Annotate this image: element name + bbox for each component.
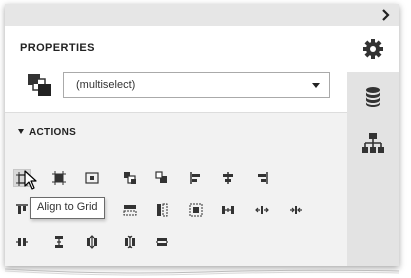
send-to-back-icon (155, 171, 167, 183)
panel-top-strip (5, 4, 399, 26)
panel-sidebar (347, 26, 399, 266)
actions-section: ACTIONS (5, 112, 347, 266)
same-size-icon (189, 203, 203, 217)
properties-panel: PROPERTIES (multiselect) ACTIONS (5, 4, 399, 266)
properties-main: PROPERTIES (multiselect) ACTIONS (5, 26, 347, 266)
properties-tab[interactable] (347, 26, 399, 72)
vertical-spacing-equal-button[interactable] (50, 233, 68, 251)
vertical-spacing-decrease-button[interactable] (121, 233, 139, 251)
vertical-spacing-remove-icon (156, 238, 168, 246)
database-icon[interactable] (362, 86, 384, 108)
align-to-grid-tooltip: Align to Grid (30, 197, 105, 219)
horizontal-spacing-equal-icon (222, 206, 234, 214)
align-lefts-icon (190, 172, 200, 184)
vertical-spacing-decrease-icon (125, 235, 135, 249)
chevron-right-icon[interactable] (377, 7, 393, 23)
align-lefts-button[interactable] (187, 169, 205, 187)
horizontal-spacing-remove-icon (16, 238, 28, 246)
bring-to-front-icon (124, 172, 136, 184)
bring-to-front-button[interactable] (121, 169, 139, 187)
expand-triangle-icon (18, 129, 24, 134)
vertical-spacing-equal-icon (55, 236, 63, 248)
chevron-down-icon (312, 83, 320, 88)
align-centers-icon (223, 172, 233, 184)
horizontal-spacing-increase-icon (255, 206, 269, 214)
same-width-button[interactable] (121, 201, 139, 219)
panel-bottom-shadow (5, 268, 399, 276)
center-horizontally-button[interactable] (83, 169, 101, 187)
center-horizontally-icon (85, 172, 99, 184)
horizontal-spacing-increase-button[interactable] (253, 201, 271, 219)
hierarchy-icon[interactable] (362, 132, 384, 154)
horizontal-spacing-equal-button[interactable] (219, 201, 237, 219)
align-centers-button[interactable] (219, 169, 237, 187)
object-selector[interactable]: (multiselect) (63, 72, 330, 98)
horizontal-spacing-decrease-icon (290, 206, 302, 214)
align-rights-button[interactable] (253, 169, 271, 187)
mouse-pointer-icon (24, 170, 38, 190)
align-rights-icon (258, 172, 268, 184)
actions-section-header[interactable]: ACTIONS (18, 127, 76, 138)
align-tops-icon (16, 204, 28, 214)
gear-icon (362, 38, 384, 60)
panel-title: PROPERTIES (20, 42, 95, 54)
vertical-spacing-remove-button[interactable] (153, 233, 171, 251)
same-height-icon (157, 203, 168, 217)
vertical-spacing-increase-icon (87, 235, 97, 249)
same-width-icon (123, 205, 137, 216)
multiselect-objects-icon (27, 73, 53, 99)
size-to-grid-button[interactable] (50, 169, 68, 187)
send-to-back-button[interactable] (153, 169, 171, 187)
size-to-grid-icon (52, 171, 66, 185)
same-height-button[interactable] (153, 201, 171, 219)
object-selector-value: (multiselect) (76, 79, 136, 91)
vertical-spacing-increase-button[interactable] (83, 233, 101, 251)
horizontal-spacing-remove-button[interactable] (13, 233, 31, 251)
horizontal-spacing-decrease-button[interactable] (287, 201, 305, 219)
same-size-button[interactable] (187, 201, 205, 219)
actions-section-label: ACTIONS (29, 127, 77, 138)
align-tops-button[interactable] (13, 201, 31, 219)
